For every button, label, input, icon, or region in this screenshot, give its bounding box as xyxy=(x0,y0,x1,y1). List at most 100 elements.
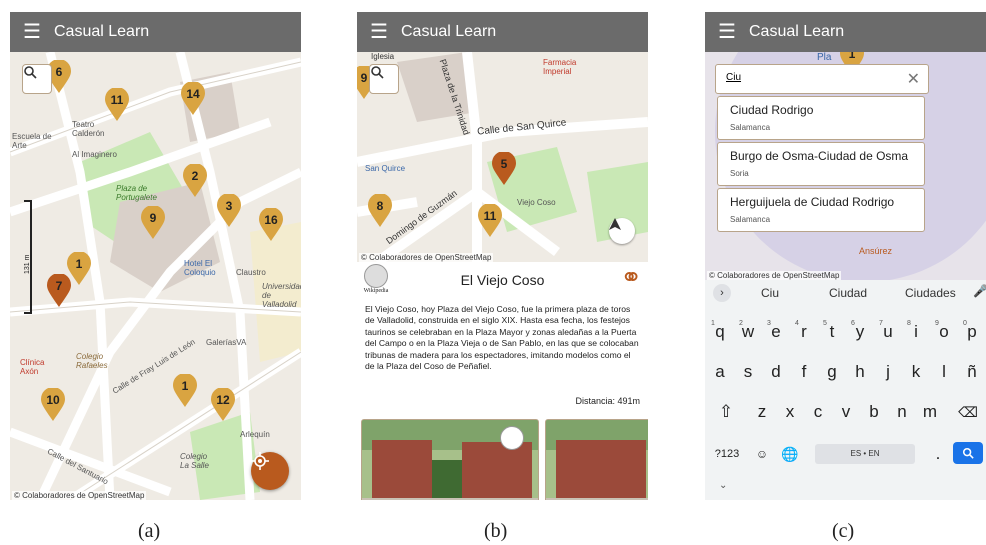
image-search-icon[interactable] xyxy=(500,426,524,450)
search-input[interactable] xyxy=(724,71,898,84)
shift-key[interactable]: ⇧ xyxy=(715,398,737,426)
keyboard-suggestion[interactable]: Ciudad xyxy=(829,286,867,300)
map-label-universidad: Universidad de Valladolid xyxy=(262,282,301,309)
map-pin[interactable]: 9 xyxy=(140,206,166,240)
map-pin[interactable]: 11 xyxy=(104,88,130,122)
caption-b: (b) xyxy=(484,520,508,542)
key[interactable]: j xyxy=(877,358,899,386)
map-label-colegio-salle: Colegio La Salle xyxy=(180,452,209,470)
key[interactable]: f xyxy=(793,358,815,386)
key[interactable]: 4r xyxy=(793,318,815,346)
map-view[interactable]: Iglesia Farmacia Imperial Calle de San Q… xyxy=(357,52,648,262)
key[interactable]: ñ xyxy=(961,358,983,386)
menu-icon[interactable]: ☰ xyxy=(705,12,749,52)
map-pin[interactable]: 12 xyxy=(210,388,236,422)
app-bar: ☰ Casual Learn xyxy=(705,12,986,52)
keyboard-suggestion[interactable]: Ciu xyxy=(761,286,779,300)
search-icon xyxy=(962,447,974,459)
map-pin[interactable]: 1 xyxy=(172,374,198,408)
map-pin-selected[interactable]: 7 xyxy=(46,274,72,308)
space-key[interactable]: ES • EN xyxy=(815,444,915,464)
map-attribution: © Colaboradores de OpenStreetMap xyxy=(12,491,147,500)
map-attribution: © Colaboradores de OpenStreetMap xyxy=(359,253,494,262)
search-button[interactable] xyxy=(22,64,52,94)
caption-c: (c) xyxy=(832,520,855,542)
search-icon xyxy=(371,66,384,79)
key[interactable]: 3e xyxy=(765,318,787,346)
key[interactable]: v xyxy=(835,398,857,426)
key[interactable]: n xyxy=(891,398,913,426)
menu-icon[interactable]: ☰ xyxy=(357,12,401,52)
map-pin[interactable]: 14 xyxy=(180,82,206,116)
app-bar: ☰ Casual Learn xyxy=(357,12,648,52)
key[interactable]: 9o xyxy=(933,318,955,346)
map-label-colegio-rafaeles: Colegio Rafaeles xyxy=(76,352,108,370)
phone-a: ☰ Casual Learn Teatro Calderón Escuela d… xyxy=(10,12,301,500)
map-pin[interactable]: 8 xyxy=(367,194,393,228)
poi-photo[interactable] xyxy=(361,419,539,500)
my-location-button[interactable] xyxy=(251,452,289,490)
key[interactable]: s xyxy=(737,358,759,386)
map-label-ansurez: Ansúrez xyxy=(859,246,893,256)
map-label-pla: Pla xyxy=(817,52,832,63)
globe-icon[interactable]: 🌐 xyxy=(779,440,801,468)
mic-icon[interactable]: 🎤 xyxy=(973,284,986,298)
map-view[interactable]: Teatro Calderón Escuela de Arte Al Imagi… xyxy=(10,52,301,500)
period-key[interactable]: . xyxy=(927,440,949,468)
key[interactable]: 6y xyxy=(849,318,871,346)
hide-keyboard-icon[interactable]: ⌄ xyxy=(719,480,727,491)
distance-label: Distancia: 491m xyxy=(575,396,640,406)
poi-detail-panel: Wikipedia El Viejo Coso ⚭ El Viejo Coso,… xyxy=(357,262,648,500)
map-pin[interactable]: 2 xyxy=(182,164,208,198)
map-label-iglesia: Iglesia xyxy=(371,52,395,61)
key[interactable]: 1q xyxy=(709,318,731,346)
key[interactable]: 7u xyxy=(877,318,899,346)
suggestion-item[interactable]: Ciudad Rodrigo Salamanca xyxy=(717,96,925,140)
crosshair-icon xyxy=(251,452,269,470)
emoji-key[interactable]: ☺ xyxy=(751,440,773,468)
map-pin[interactable]: 11 xyxy=(477,204,503,238)
search-box: ✕ xyxy=(715,64,929,94)
map-label-teatro: Teatro Calderón xyxy=(72,120,105,138)
symbols-key[interactable]: ?123 xyxy=(711,440,743,468)
map-pin[interactable]: 16 xyxy=(258,208,284,242)
suggestion-item[interactable]: Herguijuela de Ciudad Rodrigo Salamanca xyxy=(717,188,925,232)
backspace-key[interactable]: ⌫ xyxy=(957,398,979,426)
map-label-imaginero: Al Imaginero xyxy=(72,150,117,159)
listen-audio-icon[interactable]: ⚭ xyxy=(620,262,642,293)
search-button[interactable] xyxy=(369,64,399,94)
key[interactable]: l xyxy=(933,358,955,386)
key[interactable]: g xyxy=(821,358,843,386)
key[interactable]: x xyxy=(779,398,801,426)
suggestion-item[interactable]: Burgo de Osma-Ciudad de Osma Soria xyxy=(717,142,925,186)
map-pin-selected[interactable]: 5 xyxy=(491,152,517,186)
caption-a: (a) xyxy=(138,520,161,542)
clear-icon[interactable]: ✕ xyxy=(907,69,920,89)
key[interactable]: 2w xyxy=(737,318,759,346)
menu-icon[interactable]: ☰ xyxy=(10,12,54,52)
app-bar: ☰ Casual Learn xyxy=(10,12,301,52)
key[interactable]: 0p xyxy=(961,318,983,346)
phone-b: ☰ Casual Learn Iglesia Farmacia Imperial… xyxy=(357,12,648,500)
key[interactable]: a xyxy=(709,358,731,386)
expand-chevron-icon[interactable]: › xyxy=(713,284,731,302)
key[interactable]: b xyxy=(863,398,885,426)
map-pin[interactable]: 3 xyxy=(216,194,242,228)
key[interactable]: d xyxy=(765,358,787,386)
key[interactable]: 5t xyxy=(821,318,843,346)
keyboard-suggestion[interactable]: Ciudades xyxy=(905,286,956,300)
poi-photo[interactable] xyxy=(545,419,648,500)
key[interactable]: 8i xyxy=(905,318,927,346)
map-label-portugalete: Plaza de Portugalete xyxy=(116,184,157,202)
map-pin[interactable]: 10 xyxy=(40,388,66,422)
key[interactable]: z xyxy=(751,398,773,426)
key[interactable]: h xyxy=(849,358,871,386)
map-label-viejo-coso: Viejo Coso xyxy=(517,198,556,207)
compass-button[interactable] xyxy=(609,218,635,244)
key[interactable]: m xyxy=(919,398,941,426)
search-key[interactable] xyxy=(953,442,983,464)
app-title: Casual Learn xyxy=(54,23,150,40)
key[interactable]: c xyxy=(807,398,829,426)
key[interactable]: k xyxy=(905,358,927,386)
map-label-clinica: Clínica Axón xyxy=(20,358,45,376)
